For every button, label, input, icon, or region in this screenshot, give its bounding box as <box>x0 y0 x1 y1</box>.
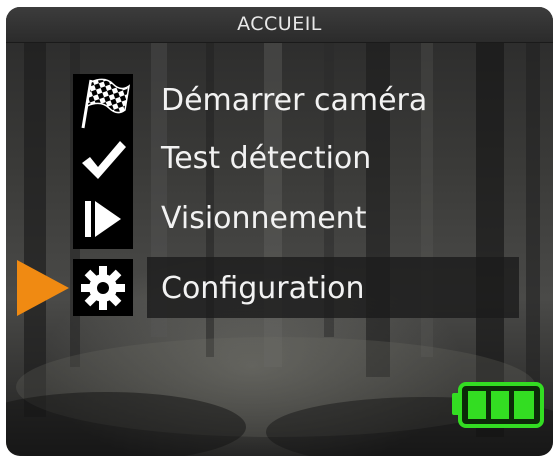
menu-item-start-camera[interactable]: Démarrer caméra <box>6 71 553 132</box>
menu-item-label: Configuration <box>161 271 365 306</box>
title-bar: ACCUEIL <box>6 7 553 43</box>
menu-item-playback[interactable]: Visionnement <box>6 189 553 249</box>
menu-item-configuration[interactable]: Configuration <box>6 257 553 318</box>
camera-screen: ACCUEIL Démarrer caméra Test détection V… <box>6 7 553 456</box>
play-icon <box>73 189 133 249</box>
battery-icon <box>452 382 544 428</box>
screen-title: ACCUEIL <box>237 13 322 35</box>
checkered-flag-icon <box>73 74 133 132</box>
gear-icon <box>73 259 133 316</box>
menu-item-test-detection[interactable]: Test détection <box>6 131 553 189</box>
menu-item-label: Visionnement <box>161 201 367 236</box>
checkmark-icon <box>73 131 133 189</box>
menu-item-label: Test détection <box>161 141 372 176</box>
menu-item-label: Démarrer caméra <box>161 83 428 118</box>
